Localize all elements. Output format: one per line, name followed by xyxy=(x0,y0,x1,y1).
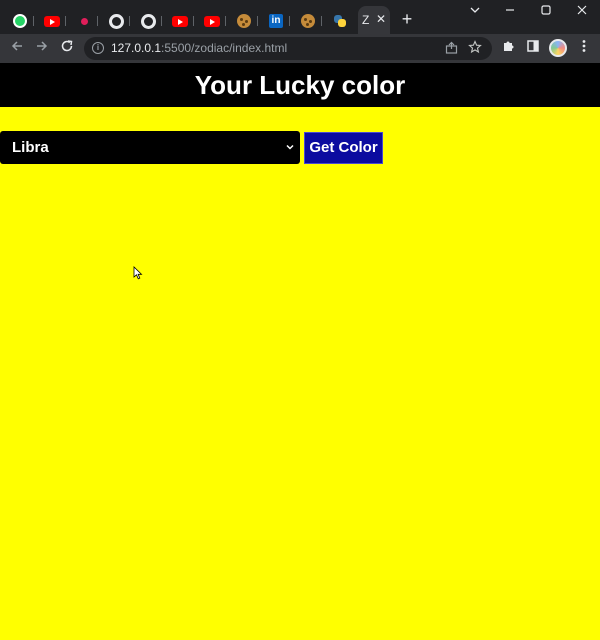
selected-sign-value: Libra xyxy=(12,139,49,156)
get-color-button[interactable]: Get Color xyxy=(304,132,383,164)
profile-avatar-icon[interactable] xyxy=(549,39,567,57)
reload-icon[interactable] xyxy=(58,39,76,57)
tab-github[interactable] xyxy=(136,8,166,34)
tab-youtube[interactable] xyxy=(168,8,198,34)
minimize-icon[interactable] xyxy=(500,4,520,20)
youtube-icon xyxy=(44,13,60,29)
chevron-down-icon xyxy=(285,131,295,178)
cookie-icon xyxy=(300,13,316,29)
close-window-icon[interactable] xyxy=(572,4,592,20)
youtube-icon xyxy=(204,13,220,29)
mouse-cursor-icon xyxy=(133,266,143,280)
browser-toolbar: i 127.0.0.1:5500/zodiac/index.html xyxy=(0,34,600,63)
zodiac-sign-select[interactable]: Libra xyxy=(0,131,300,164)
tab-linkedin[interactable]: in xyxy=(264,8,294,34)
page-title: Your Lucky color xyxy=(194,69,406,100)
site-info-icon[interactable]: i xyxy=(92,42,104,54)
tab-active-zodiac[interactable]: Z ✕ xyxy=(358,6,390,34)
tab-python[interactable] xyxy=(328,8,358,34)
extensions-puzzle-icon[interactable] xyxy=(499,39,517,57)
side-panel-icon[interactable] xyxy=(524,39,542,57)
tab-search-chevron-icon[interactable] xyxy=(465,4,485,20)
tab-youtube[interactable] xyxy=(200,8,230,34)
new-tab-icon[interactable]: + xyxy=(398,10,416,28)
tab-youtube[interactable] xyxy=(40,8,70,34)
close-tab-icon[interactable]: ✕ xyxy=(376,12,386,26)
tab-cookie[interactable] xyxy=(296,8,326,34)
forward-icon[interactable] xyxy=(33,39,51,57)
cookie-icon xyxy=(236,13,252,29)
active-tab-title: Z xyxy=(362,13,370,27)
github-icon xyxy=(108,13,124,29)
tab-dot[interactable] xyxy=(72,8,102,34)
youtube-icon xyxy=(172,13,188,29)
tab-github[interactable] xyxy=(104,8,134,34)
tab-cookie[interactable] xyxy=(232,8,262,34)
back-icon[interactable] xyxy=(8,39,26,57)
maximize-icon[interactable] xyxy=(536,4,556,20)
python-icon xyxy=(332,13,348,29)
tab-whatsapp[interactable] xyxy=(8,8,38,34)
page-header: Your Lucky color xyxy=(0,63,600,107)
url-text[interactable]: 127.0.0.1:5500/zodiac/index.html xyxy=(111,41,287,56)
github-icon xyxy=(140,13,156,29)
whatsapp-icon xyxy=(12,13,28,29)
share-icon[interactable] xyxy=(444,41,458,55)
menu-kebab-icon[interactable] xyxy=(575,39,593,57)
linkedin-icon: in xyxy=(268,13,284,29)
address-bar[interactable]: i 127.0.0.1:5500/zodiac/index.html xyxy=(84,37,492,60)
bookmark-star-icon[interactable] xyxy=(468,40,482,54)
dot-icon xyxy=(76,13,92,29)
tab-strip: in Z ✕ + xyxy=(0,0,600,34)
